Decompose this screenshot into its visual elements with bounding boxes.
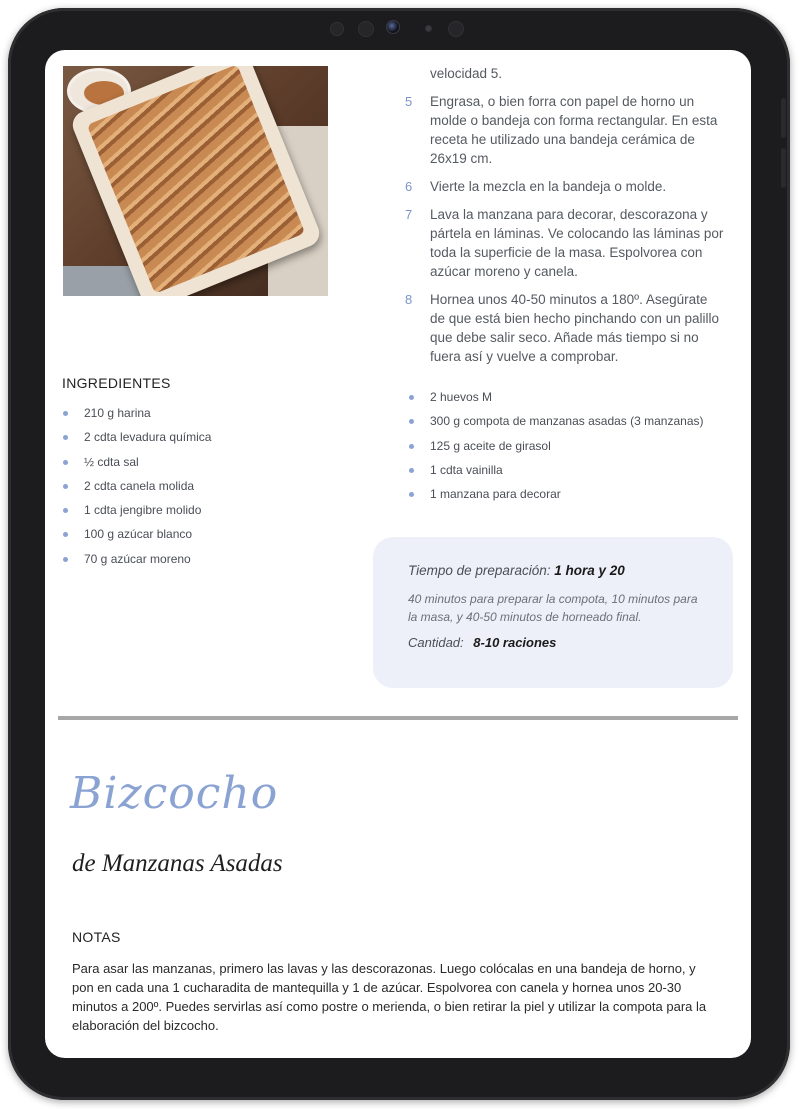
ingredient-item: 2 huevos M bbox=[408, 387, 704, 411]
ingredient-item: 2 cdta levadura química bbox=[62, 427, 211, 451]
step-number: 8 bbox=[405, 292, 413, 307]
notes-text: Para asar las manzanas, primero las lava… bbox=[72, 961, 707, 1033]
recipe-page[interactable]: velocidad 5. 5 Engrasa, o bien forra con… bbox=[45, 50, 751, 1058]
ingredient-item: 1 manzana para decorar bbox=[408, 484, 704, 508]
prep-time: Tiempo de preparación: 1 hora y 20 bbox=[408, 563, 625, 578]
ingredient-item: ½ cdta sal bbox=[62, 452, 211, 476]
sensor-dot bbox=[448, 21, 464, 37]
ingredient-item: 300 g compota de manzanas asadas (3 manz… bbox=[408, 411, 704, 435]
recipe-step: 6 Vierte la mezcla en la bandeja o molde… bbox=[405, 177, 725, 196]
servings-label: Cantidad: bbox=[408, 635, 464, 650]
recipe-photo bbox=[63, 66, 328, 296]
ingredients-list-left: 210 g harina 2 cdta levadura química ½ c… bbox=[62, 403, 211, 573]
prep-time-value: 1 hora y 20 bbox=[554, 563, 625, 578]
side-button-volume-up bbox=[781, 98, 786, 138]
step-text: Vierte la mezcla en la bandeja o molde. bbox=[430, 179, 667, 194]
sensor-dot bbox=[425, 25, 432, 32]
ingredient-item: 100 g azúcar blanco bbox=[62, 524, 211, 548]
servings: Cantidad: 8-10 raciones bbox=[408, 635, 556, 650]
step-number: 7 bbox=[405, 207, 413, 222]
front-camera-icon bbox=[386, 20, 400, 34]
notes-heading: NOTAS bbox=[72, 929, 121, 945]
recipe-step: 5 Engrasa, o bien forra con papel de hor… bbox=[405, 92, 725, 168]
step-number: 5 bbox=[405, 94, 413, 109]
sensor-dot bbox=[358, 21, 374, 37]
recipe-step: 7 Lava la manzana para decorar, descoraz… bbox=[405, 205, 725, 281]
servings-value: 8-10 raciones bbox=[473, 635, 557, 650]
ingredient-item: 210 g harina bbox=[62, 403, 211, 427]
side-button-volume-down bbox=[781, 148, 786, 188]
recipe-step: 8 Hornea unos 40-50 minutos a 180º. Aseg… bbox=[405, 290, 725, 366]
sensor-dot bbox=[330, 22, 344, 36]
ingredient-item: 2 cdta canela molida bbox=[62, 476, 211, 500]
step-continuation: velocidad 5. bbox=[430, 66, 503, 81]
prep-time-note: 40 minutos para preparar la compota, 10 … bbox=[408, 592, 698, 624]
ingredient-item: 70 g azúcar moreno bbox=[62, 549, 211, 573]
step-text: Lava la manzana para decorar, descorazon… bbox=[430, 207, 724, 279]
prep-time-label: Tiempo de preparación: bbox=[408, 563, 551, 578]
recipe-info-box: Tiempo de preparación: 1 hora y 20 40 mi… bbox=[373, 537, 733, 688]
recipe-steps: velocidad 5. 5 Engrasa, o bien forra con… bbox=[405, 64, 725, 375]
section-divider bbox=[58, 716, 738, 720]
ingredient-item: 1 cdta vainilla bbox=[408, 460, 704, 484]
step-text: Engrasa, o bien forra con papel de horno… bbox=[430, 94, 718, 166]
recipe-title-subtitle: de Manzanas Asadas bbox=[72, 850, 283, 877]
ingredients-heading: INGREDIENTES bbox=[62, 375, 171, 391]
recipe-title-script: Bizcocho bbox=[70, 768, 279, 819]
ingredient-item: 125 g aceite de girasol bbox=[408, 436, 704, 460]
ingredient-item: 1 cdta jengibre molido bbox=[62, 500, 211, 524]
step-number: 6 bbox=[405, 179, 413, 194]
ingredients-list-right: 2 huevos M 300 g compota de manzanas asa… bbox=[408, 387, 704, 508]
step-text: Hornea unos 40-50 minutos a 180º. Asegúr… bbox=[430, 292, 719, 364]
